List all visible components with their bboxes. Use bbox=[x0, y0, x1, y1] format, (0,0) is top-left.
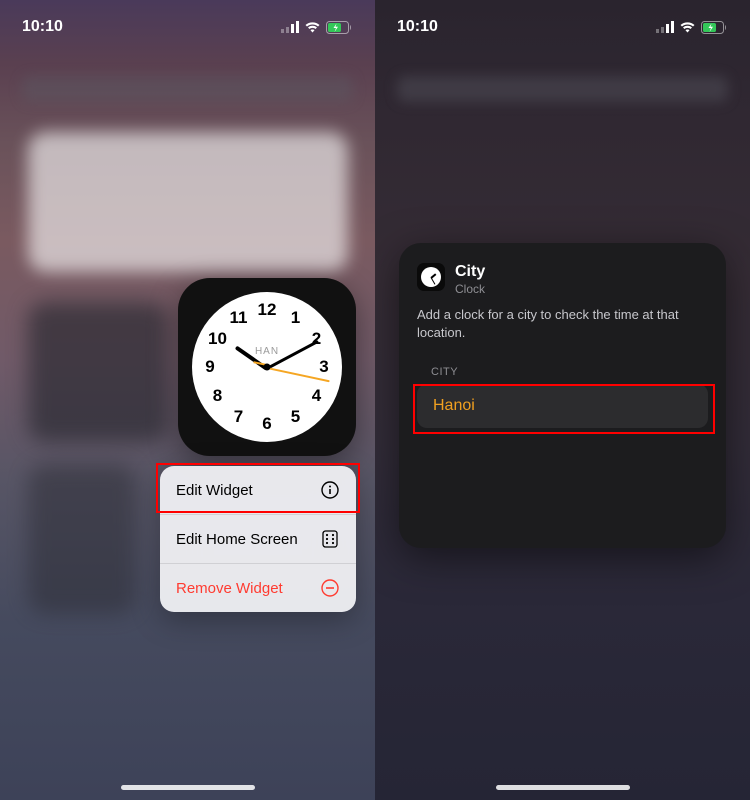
sheet-title: City bbox=[455, 263, 485, 281]
wifi-icon bbox=[304, 21, 321, 33]
status-time: 10:10 bbox=[397, 18, 438, 36]
clock-number: 9 bbox=[198, 357, 222, 377]
phone-screen-right: 10:10 City Clock Add a clock for a city … bbox=[375, 0, 750, 800]
clock-app-icon bbox=[417, 263, 445, 291]
clock-number: 7 bbox=[227, 407, 251, 427]
clock-widget[interactable]: HAN 12 1 2 3 4 5 6 7 8 9 10 11 bbox=[178, 278, 356, 456]
clock-center bbox=[264, 364, 271, 371]
menu-item-label: Edit Widget bbox=[176, 482, 253, 499]
phone-screen-left: 10:10 HAN 12 1 2 3 4 5 6 7 8 bbox=[0, 0, 375, 800]
remove-widget-menu-item[interactable]: Remove Widget bbox=[160, 564, 356, 612]
background-blur bbox=[28, 302, 168, 442]
status-time: 10:10 bbox=[22, 18, 63, 36]
status-icons bbox=[656, 21, 728, 34]
apps-grid-icon bbox=[320, 529, 340, 549]
clock-number: 1 bbox=[284, 308, 308, 328]
sheet-subtitle: Clock bbox=[455, 282, 485, 296]
edit-widget-menu-item[interactable]: Edit Widget bbox=[160, 466, 356, 515]
cellular-signal-icon bbox=[281, 21, 299, 33]
status-bar: 10:10 bbox=[375, 0, 750, 44]
city-settings-sheet: City Clock Add a clock for a city to che… bbox=[399, 243, 726, 548]
clock-number: 8 bbox=[206, 386, 230, 406]
battery-charging-icon bbox=[326, 21, 353, 34]
clock-number: 5 bbox=[284, 407, 308, 427]
background-blur bbox=[22, 76, 353, 102]
home-indicator[interactable] bbox=[496, 785, 630, 790]
battery-charging-icon bbox=[701, 21, 728, 34]
clock-number: 4 bbox=[305, 386, 329, 406]
info-icon bbox=[320, 480, 340, 500]
city-selector-row[interactable]: Hanoi bbox=[417, 384, 708, 428]
status-icons bbox=[281, 21, 353, 34]
clock-number: 12 bbox=[255, 300, 279, 320]
wifi-icon bbox=[679, 21, 696, 33]
background-blur bbox=[28, 464, 136, 614]
menu-item-label: Remove Widget bbox=[176, 580, 283, 597]
sheet-section-label: CITY bbox=[431, 366, 708, 378]
clock-number: 3 bbox=[312, 357, 336, 377]
widget-context-menu: Edit Widget Edit Home Screen Remove Widg… bbox=[160, 466, 356, 612]
clock-number: 11 bbox=[227, 308, 251, 328]
clock-number: 6 bbox=[255, 414, 279, 434]
clock-city-label: HAN bbox=[255, 346, 279, 357]
minus-circle-icon bbox=[320, 578, 340, 598]
cellular-signal-icon bbox=[656, 21, 674, 33]
menu-item-label: Edit Home Screen bbox=[176, 531, 298, 548]
background-blur bbox=[397, 76, 728, 102]
home-indicator[interactable] bbox=[121, 785, 255, 790]
clock-face: HAN 12 1 2 3 4 5 6 7 8 9 10 11 bbox=[192, 292, 342, 442]
clock-number: 10 bbox=[206, 329, 230, 349]
status-bar: 10:10 bbox=[0, 0, 375, 44]
edit-home-screen-menu-item[interactable]: Edit Home Screen bbox=[160, 515, 356, 564]
sheet-description: Add a clock for a city to check the time… bbox=[417, 306, 708, 342]
background-blur bbox=[28, 132, 348, 272]
sheet-header: City Clock bbox=[417, 263, 708, 296]
